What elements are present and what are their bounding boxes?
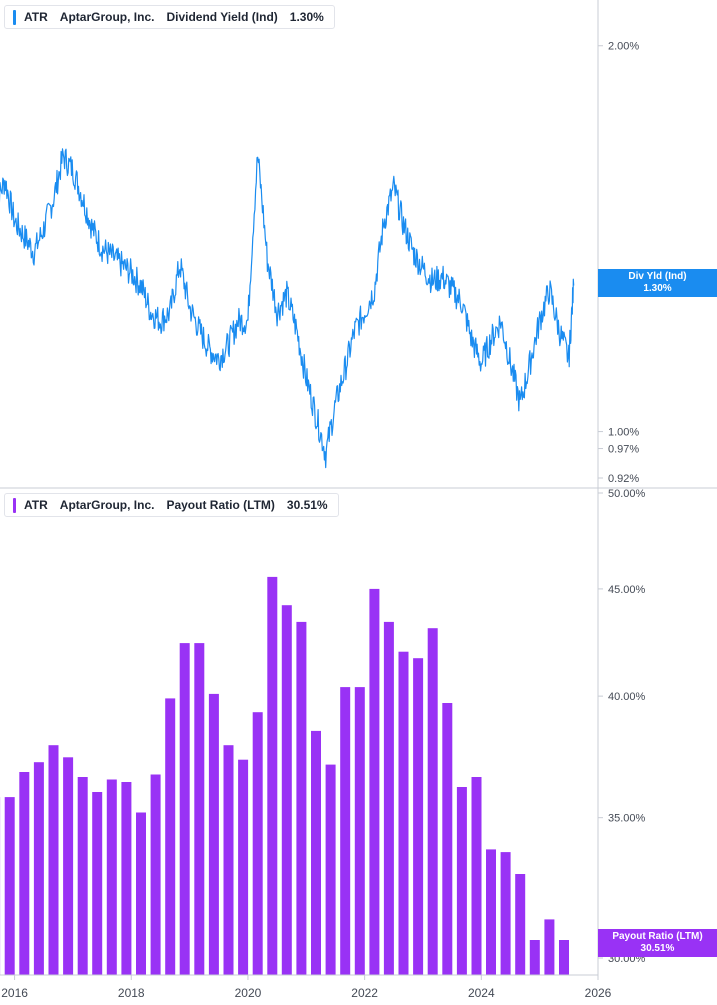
payout-badge-label: Payout Ratio (LTM) (612, 931, 703, 942)
yield-value-badge: Div Yld (Ind) 1.30% (598, 269, 717, 297)
x-tick-label: 2026 (585, 986, 612, 1000)
x-tick-label: 2020 (235, 986, 262, 1000)
payout-bar (383, 621, 394, 975)
payout-bar (19, 772, 30, 975)
payout-bar (296, 621, 307, 975)
payout-bar (340, 687, 351, 975)
yield-legend-value: 1.30% (289, 10, 324, 24)
yield-badge-value: 1.30% (643, 283, 672, 294)
payout-bar (544, 919, 555, 975)
payout-bar (413, 658, 424, 975)
payout-bar (515, 874, 526, 975)
payout-bar (48, 745, 59, 975)
payout-bar (121, 782, 132, 975)
payout-bar (398, 651, 409, 975)
payout-bar (325, 764, 336, 975)
payout-bar (179, 643, 190, 975)
payout-bar (223, 745, 234, 975)
x-tick-label: 2022 (351, 986, 378, 1000)
payout-bar (311, 730, 321, 975)
yield-legend-ticker: ATR (24, 10, 48, 24)
payout-bar (4, 797, 15, 975)
payout-bar (106, 779, 117, 975)
yield-ytick-label: 0.92% (608, 473, 639, 485)
payout-bar (150, 774, 161, 975)
payout-value-badge: Payout Ratio (LTM) 30.51% (598, 929, 717, 957)
payout-bar (252, 712, 263, 975)
yield-ytick-label: 0.97% (608, 444, 639, 456)
payout-bar (529, 940, 540, 975)
payout-bar (471, 777, 482, 975)
payout-bar (33, 762, 44, 975)
x-tick-label: 2016 (1, 986, 28, 1000)
payout-bar (456, 787, 467, 975)
payout-bar (136, 812, 146, 975)
yield-legend-metric: Dividend Yield (Ind) (166, 10, 278, 24)
payout-bar (238, 759, 249, 975)
payout-bar (77, 777, 88, 975)
yield-ytick-label: 1.00% (608, 427, 639, 439)
yield-legend-company: AptarGroup, Inc. (59, 10, 155, 24)
yield-legend-swatch (13, 9, 16, 25)
yield-series-line (0, 148, 575, 469)
yield-badge-label: Div Yld (Ind) (628, 271, 687, 282)
payout-bar (63, 757, 74, 975)
payout-bar (208, 693, 219, 975)
payout-bar (500, 852, 511, 975)
payout-bar (267, 576, 278, 975)
yield-ytick-label: 2.00% (608, 41, 639, 53)
payout-ytick-label: 35.00% (608, 813, 646, 825)
payout-bar (92, 792, 103, 975)
x-tick-label: 2024 (468, 986, 495, 1000)
payout-bar (369, 588, 380, 975)
payout-legend-ticker: ATR (24, 498, 48, 512)
payout-bar (442, 703, 453, 975)
payout-legend-metric: Payout Ratio (LTM) (166, 498, 275, 512)
payout-bar (165, 698, 176, 975)
yield-legend: ATR AptarGroup, Inc. Dividend Yield (Ind… (4, 5, 335, 29)
payout-legend-swatch (13, 497, 16, 513)
payout-bar (486, 849, 496, 975)
payout-bar (354, 687, 365, 975)
payout-bar (427, 628, 438, 975)
payout-legend: ATR AptarGroup, Inc. Payout Ratio (LTM) … (4, 493, 339, 517)
payout-ytick-label: 50.00% (608, 488, 646, 500)
payout-bar (281, 605, 292, 975)
payout-ytick-label: 40.00% (608, 691, 646, 703)
payout-badge-value: 30.51% (640, 943, 675, 954)
x-tick-label: 2018 (118, 986, 145, 1000)
payout-bar (559, 940, 569, 975)
payout-legend-value: 30.51% (286, 498, 328, 512)
payout-legend-company: AptarGroup, Inc. (59, 498, 155, 512)
payout-bar (194, 643, 205, 975)
payout-ytick-label: 45.00% (608, 584, 646, 596)
